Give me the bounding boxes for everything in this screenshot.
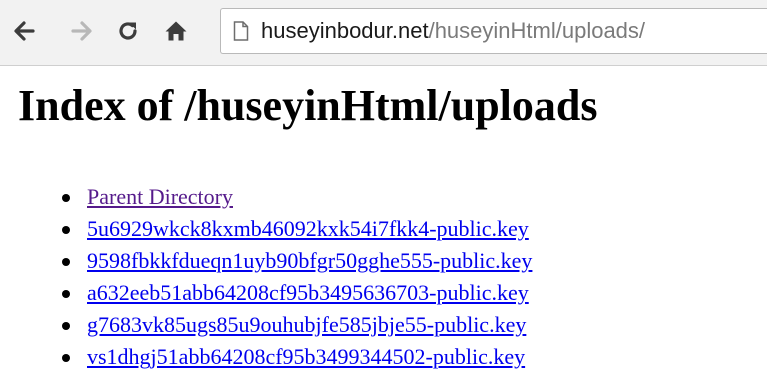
bullet-icon xyxy=(62,194,70,202)
parent-directory-item: Parent Directory xyxy=(50,181,532,213)
file-link[interactable]: g7683vk85ugs85u9ouhubjfe585jbje55-public… xyxy=(87,312,526,337)
url-path: /huseyinHtml/uploads/ xyxy=(428,18,646,43)
home-icon xyxy=(164,19,188,43)
bullet-icon xyxy=(62,290,70,298)
arrow-left-icon xyxy=(12,19,36,43)
back-button[interactable] xyxy=(8,14,40,48)
file-link[interactable]: a632eeb51abb64208cf95b3495636703-public.… xyxy=(87,280,529,305)
bullet-icon xyxy=(62,258,70,266)
file-link[interactable]: vs1dhgj51abb64208cf95b3499344502-public.… xyxy=(87,344,525,369)
browser-toolbar: huseyinbodur.net/huseyinHtml/uploads/ xyxy=(0,0,767,66)
bullet-icon xyxy=(62,322,70,330)
reload-icon xyxy=(116,19,140,43)
parent-directory-link[interactable]: Parent Directory xyxy=(87,184,233,209)
list-item: 5u6929wkck8kxmb46092kxk54i7fkk4-public.k… xyxy=(50,213,532,245)
address-bar[interactable]: huseyinbodur.net/huseyinHtml/uploads/ xyxy=(220,8,767,54)
bullet-icon xyxy=(62,354,70,362)
home-button[interactable] xyxy=(160,14,192,48)
file-link[interactable]: 5u6929wkck8kxmb46092kxk54i7fkk4-public.k… xyxy=(87,216,529,241)
reload-button[interactable] xyxy=(112,14,144,48)
bullet-icon xyxy=(62,226,70,234)
page-icon xyxy=(233,21,249,41)
url-host: huseyinbodur.net xyxy=(261,18,429,43)
forward-button[interactable] xyxy=(66,14,98,48)
list-item: a632eeb51abb64208cf95b3495636703-public.… xyxy=(50,277,532,309)
list-item: 9598fbkkfdueqn1uyb90bfgr50gghe555-public… xyxy=(50,245,532,277)
page-title: Index of /huseyinHtml/uploads xyxy=(18,81,598,130)
list-item: g7683vk85ugs85u9ouhubjfe585jbje55-public… xyxy=(50,309,532,341)
arrow-right-icon xyxy=(70,19,94,43)
directory-listing: Parent Directory 5u6929wkck8kxmb46092kxk5… xyxy=(50,181,532,373)
list-item: vs1dhgj51abb64208cf95b3499344502-public.… xyxy=(50,341,532,373)
file-link[interactable]: 9598fbkkfdueqn1uyb90bfgr50gghe555-public… xyxy=(87,248,532,273)
